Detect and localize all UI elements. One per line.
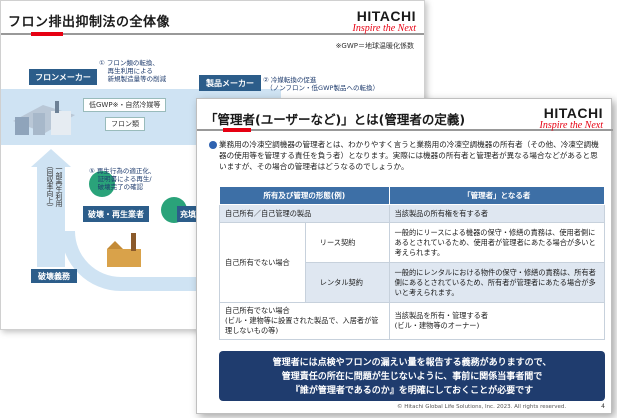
box-destroy-recycle: 破壊・再生業者 [83,206,149,222]
ownership-table: 所有及び管理の形態(例) 「管理者」となる者 自己所有／自己管理の製品 当該製品… [219,186,606,340]
table-cell: 当該製品の所有権を有する者 [388,204,606,223]
table-row: 自己所有／自己管理の製品 当該製品の所有権を有する者 [219,204,606,223]
table-row: 自己所有でない場合 リース契約 一般的にリースによる機器の保守・修繕の責務は、使… [219,222,606,303]
page-number: 4 [601,403,605,410]
logo-tagline: Inspire the Next [539,120,603,131]
logo-wordmark: HITACHI [356,8,416,24]
table-header-manager: 「管理者」となる者 [388,186,606,205]
box-destruction-obligation: 破壊義務 [31,269,77,283]
copyright-text: © Hitachi Global Life Solutions, Inc. 20… [397,404,567,410]
intro-paragraph: 業務用の冷凍空調機器の管理者とは、わかりやすく言うと業務用の冷凍空調機器の所有者… [219,140,599,171]
manager-obligation-banner: 管理者には点検やフロンの漏えい量を報告する義務がありますので、 管理責任の所在に… [219,351,605,401]
table-cell: レンタル契約 [304,262,390,303]
table-cell: 自己所有でない場合 (ビル・建物等に設置された製品で、入居者が管理しないもの等) [219,302,390,340]
box-product-maker: 製品メーカー [199,75,261,91]
back-title-accent [31,32,63,36]
table-cell: 一般的にリースによる機器の保守・修繕の責務は、使用者側にあるとされているため、使… [388,222,606,263]
box-fron-maker: フロンメーカー [29,69,97,85]
pill-low-gwp: 低GWP※・自然冷媒等 [83,98,167,112]
step-2-text: ② 冷媒転換の促進 （ノンフロン・低GWP製品への転換） [263,76,379,92]
back-hitachi-logo: HITACHI Inspire the Next [352,8,416,34]
logo-wordmark: HITACHI [543,105,603,121]
table-header-form: 所有及び管理の形態(例) [219,186,390,205]
table-cell: 自己所有／自己管理の製品 [219,204,390,223]
recycle-vertical-text: 一部再生利用（回収率向上） [46,161,63,211]
front-title-accent [223,128,251,132]
front-hitachi-logo: HITACHI Inspire the Next [539,105,603,131]
table-cell: 当該製品を所有・管理する者 (ビル・建物等のオーナー) [388,302,606,340]
back-slide-title: フロン排出抑制法の全体像 [8,15,171,30]
step-5-text: ⑤ 再生行為の適正化、 証明書による再生/ 破壊完了の確認 [89,167,156,191]
pill-fron: フロン類 [105,117,145,131]
bullet-icon [209,141,217,149]
logo-tagline: Inspire the Next [352,23,416,34]
factory-illustration [13,101,75,135]
table-cell: 一般的にレンタルにおける物件の保守・修繕の責務は、所有者側にあるとされているため… [388,262,606,303]
step-1-text: ① フロン類の転換、 再生利用による 新規製造量等の削減 [99,59,167,83]
gwp-note: ※GWP＝地球温暖化係数 [335,42,414,50]
front-slide-title: 「管理者(ユーザーなど)」とは(管理者の定義) [205,112,466,127]
table-cell: リース契約 [304,222,390,263]
front-slide: 「管理者(ユーザーなど)」とは(管理者の定義) HITACHI Inspire … [196,98,613,414]
table-cell: 自己所有でない場合 [219,222,306,303]
table-row: 自己所有でない場合 (ビル・建物等に設置された製品で、入居者が管理しないもの等)… [219,302,606,340]
